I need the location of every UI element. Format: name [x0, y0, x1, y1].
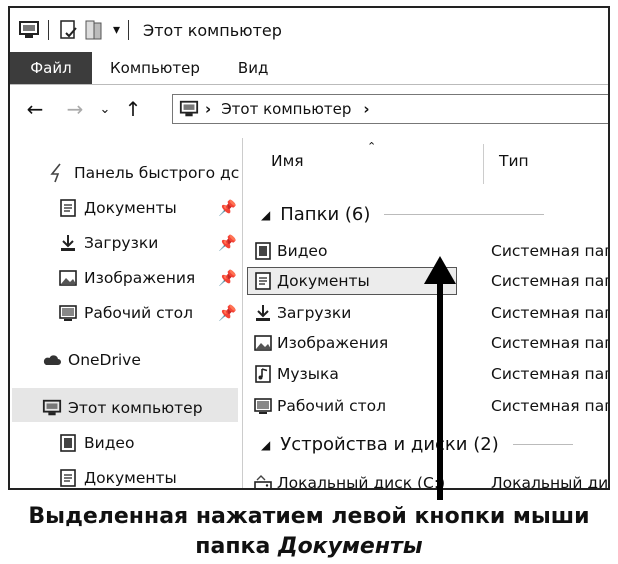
caption-line-2: папка Документы: [0, 534, 618, 559]
caption-line-1: Выделенная нажатием левой кнопки мыши: [28, 504, 590, 529]
caption-prefix: папка: [195, 534, 278, 559]
caption-folder-name: Документы: [277, 534, 423, 559]
annotation-arrow: [424, 256, 456, 500]
